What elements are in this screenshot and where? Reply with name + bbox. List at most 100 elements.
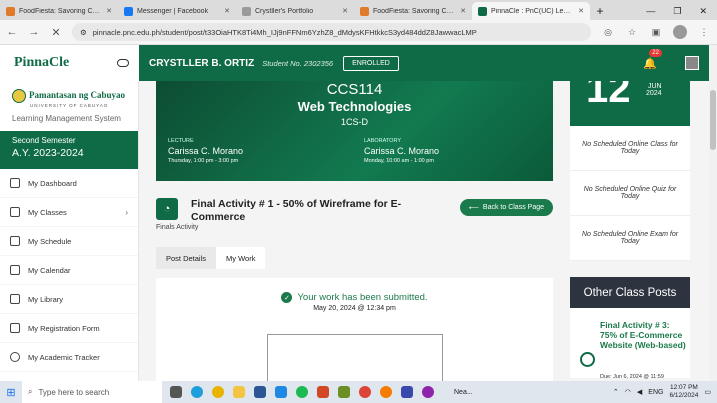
- notification-bell-icon[interactable]: 🔔 22: [643, 48, 662, 70]
- lab-professor: Carissa C. Morano: [364, 146, 440, 156]
- vscode-icon[interactable]: [275, 386, 287, 398]
- no-quiz-notice: No Scheduled Online Quiz for Today: [570, 171, 690, 216]
- extensions-icon[interactable]: ▣: [649, 25, 663, 39]
- submission-status: ✓ Your work has been submitted.: [156, 292, 553, 303]
- sidebar-item-academic-tracker[interactable]: My Academic Tracker: [0, 343, 138, 372]
- app-icon[interactable]: [338, 386, 350, 398]
- weather-widget[interactable]: Nea...: [454, 389, 473, 396]
- tab-title: FoodFiesta: Savoring Culina: [373, 7, 457, 15]
- foodfiesta-favicon-icon: [360, 6, 369, 16]
- school-seal-icon: [12, 89, 26, 103]
- post-tabs: Post Details My Work: [156, 247, 266, 269]
- close-window-icon[interactable]: ✕: [699, 6, 707, 17]
- calendar-icon: [10, 265, 20, 275]
- taskbar-search[interactable]: ⌕ Type here to search: [22, 381, 162, 403]
- browser-tab[interactable]: Messenger | Facebook ✕: [118, 2, 236, 20]
- sidebar-item-library[interactable]: My Library: [0, 285, 138, 314]
- sidebar-item-registration[interactable]: My Registration Form: [0, 314, 138, 343]
- activity-title: Final Activity # 1 - 50% of Wireframe fo…: [191, 198, 402, 223]
- browser-tab[interactable]: Crystller's Portfolio ✕: [236, 2, 354, 20]
- sidebar-item-label: My Dashboard: [28, 178, 77, 188]
- language-indicator[interactable]: ENG: [648, 389, 663, 396]
- page-scrollbar[interactable]: [709, 45, 717, 381]
- foodfiesta-favicon-icon: [6, 6, 15, 16]
- sidebar-item-label: My Library: [28, 294, 64, 304]
- chrome-active-icon[interactable]: [359, 386, 371, 398]
- course-code: CCS114: [326, 81, 383, 98]
- current-day: 12: [586, 81, 631, 111]
- bookmark-star-icon[interactable]: ☆: [625, 25, 639, 39]
- profile-icon[interactable]: [673, 25, 687, 39]
- site-info-icon[interactable]: ⚙: [80, 28, 87, 37]
- other-class-posts-title: Other Class Posts: [570, 277, 690, 308]
- volume-icon[interactable]: ◀: [637, 388, 642, 396]
- sidebar-item-schedule[interactable]: My Schedule: [0, 227, 138, 256]
- sidebar-item-calendar[interactable]: My Calendar: [0, 256, 138, 285]
- close-tab-icon[interactable]: ✕: [342, 7, 348, 15]
- chrome-icon[interactable]: [212, 386, 224, 398]
- powerpoint-icon[interactable]: [317, 386, 329, 398]
- browser-menu-icon[interactable]: ⋮: [697, 25, 711, 39]
- sidebar-toggle-icon[interactable]: [117, 59, 129, 67]
- app-icon[interactable]: [401, 386, 413, 398]
- avatar[interactable]: [685, 56, 699, 70]
- dashboard-icon: [10, 178, 20, 188]
- semester-panel: Second Semester A.Y. 2023-2024: [0, 131, 138, 169]
- app-header: PinnaCle CRYSTLLER B. ORTIZ Student No. …: [0, 45, 709, 81]
- file-explorer-icon[interactable]: [233, 386, 245, 398]
- post-title[interactable]: Final Activity # 3: 75% of E-Commerce We…: [600, 320, 686, 350]
- tray-chevron-icon[interactable]: ⌃: [613, 388, 619, 396]
- word-icon[interactable]: [254, 386, 266, 398]
- task-view-icon[interactable]: [170, 386, 182, 398]
- windows-start-icon[interactable]: ⊞: [0, 386, 22, 399]
- tab-title: Messenger | Facebook: [137, 7, 209, 15]
- activity-chart-icon: [580, 352, 595, 367]
- app-icon[interactable]: [380, 386, 392, 398]
- submission-message: Your work has been submitted.: [297, 292, 428, 303]
- sidebar-item-classes[interactable]: My Classes ›: [0, 198, 138, 227]
- scrollbar-thumb[interactable]: [710, 90, 716, 150]
- app-icon[interactable]: [422, 386, 434, 398]
- edge-icon[interactable]: [191, 386, 203, 398]
- submission-date: May 20, 2024 @ 12:34 pm: [313, 305, 396, 312]
- close-tab-icon[interactable]: ✕: [106, 7, 112, 15]
- other-class-post-item[interactable]: Final Activity # 3: 75% of E-Commerce We…: [570, 308, 690, 380]
- back-arrow-icon[interactable]: ←: [6, 26, 18, 38]
- semester-label: Second Semester: [12, 136, 76, 145]
- reload-icon[interactable]: ✕: [50, 26, 62, 39]
- spotify-icon[interactable]: [296, 386, 308, 398]
- sidebar-item-label: My Calendar: [28, 265, 71, 275]
- browser-tab-active[interactable]: PinnaCle : PnC(UC) Learning ✕: [472, 2, 590, 20]
- notifications-icon[interactable]: ▭: [704, 388, 711, 396]
- pinnacle-logo[interactable]: PinnaCle: [14, 55, 69, 71]
- forward-arrow-icon[interactable]: →: [28, 26, 40, 38]
- back-to-class-button[interactable]: ⟵ Back to Class Page: [459, 199, 553, 216]
- lecture-professor: Carissa C. Morano: [168, 146, 244, 156]
- close-tab-icon[interactable]: ✕: [224, 7, 230, 15]
- wifi-icon[interactable]: ◠: [625, 388, 631, 396]
- tab-title: FoodFiesta: Savoring Culina: [19, 7, 103, 15]
- clock[interactable]: 12:07 PM 6/12/2024: [669, 384, 698, 400]
- tab-post-details[interactable]: Post Details: [156, 247, 217, 269]
- submission-preview[interactable]: [267, 334, 443, 381]
- close-tab-icon[interactable]: ✕: [460, 7, 466, 15]
- maximize-icon[interactable]: ❐: [673, 6, 681, 17]
- main-content: CCS114 Web Technologies 1CS-D LECTURE Ca…: [139, 81, 709, 381]
- right-column: 12 JUN 2024 No Scheduled Online Class fo…: [570, 81, 690, 380]
- tab-my-work[interactable]: My Work: [216, 247, 266, 269]
- lecture-time: Thursday, 1:00 pm - 3:00 pm: [168, 158, 239, 164]
- no-class-notice: No Scheduled Online Class for Today: [570, 126, 690, 171]
- student-number: Student No. 2302356: [262, 58, 334, 68]
- taskbar-apps: [170, 386, 434, 398]
- google-lens-icon[interactable]: ◎: [601, 25, 615, 39]
- minimize-icon[interactable]: —: [646, 6, 655, 16]
- url-field[interactable]: ⚙ pinnacle.pnc.edu.ph/student/post/t33Oi…: [72, 23, 591, 41]
- new-tab-button[interactable]: +: [590, 2, 610, 20]
- close-tab-icon[interactable]: ✕: [578, 7, 584, 15]
- browser-tab[interactable]: FoodFiesta: Savoring Culina ✕: [354, 2, 472, 20]
- url-text: pinnacle.pnc.edu.ph/student/post/t33OiaH…: [92, 27, 477, 37]
- clock-date: 6/12/2024: [669, 392, 699, 399]
- course-banner: CCS114 Web Technologies 1CS-D LECTURE Ca…: [156, 81, 553, 181]
- browser-tab[interactable]: FoodFiesta: Savoring Culina ✕: [0, 2, 118, 20]
- sidebar-item-dashboard[interactable]: My Dashboard: [0, 169, 138, 198]
